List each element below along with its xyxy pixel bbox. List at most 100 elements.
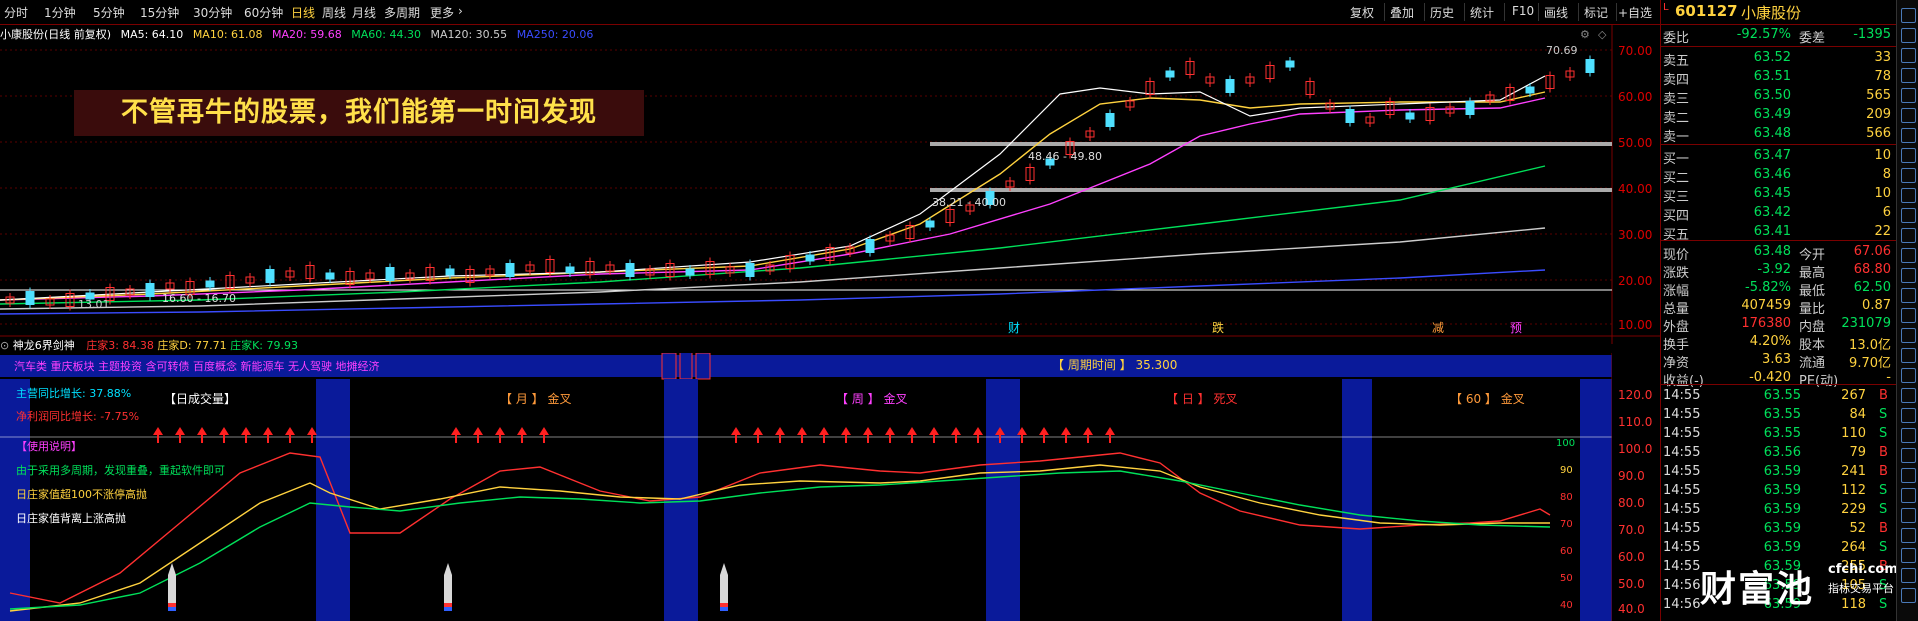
period-tab-weekly[interactable]: 周线 — [322, 4, 346, 21]
up-arrow-icon — [753, 427, 763, 435]
sidebar-tool-icon[interactable] — [1901, 268, 1916, 283]
tick-time: 14:55 — [1663, 483, 1701, 498]
indicator-outer-tick: 100.0 — [1618, 442, 1653, 456]
event-forecast-marker[interactable]: 预 — [1510, 321, 1522, 335]
period-tab-more[interactable]: 更多 — [430, 4, 454, 21]
sidebar-tool-icon[interactable] — [1901, 488, 1916, 503]
sidebar-tool-icon[interactable] — [1901, 368, 1916, 383]
bid-level-row[interactable]: 买四 63.42 6 — [1661, 205, 1897, 224]
sidebar-tool-icon[interactable] — [1901, 68, 1916, 83]
period-tab-15min[interactable]: 15分钟 — [140, 4, 179, 21]
up-arrow-icon — [263, 427, 273, 435]
bid-level-row[interactable]: 买一 63.47 10 — [1661, 148, 1897, 167]
indicator-outer-tick: 50.0 — [1618, 577, 1645, 591]
period-tab-monthly[interactable]: 月线 — [352, 4, 376, 21]
period-tab-1min[interactable]: 1分钟 — [44, 4, 76, 21]
sidebar-tool-icon[interactable] — [1901, 148, 1916, 163]
stat-label: 最高 — [1799, 266, 1826, 281]
sidebar-tool-icon[interactable] — [1901, 128, 1916, 143]
ask-level-row[interactable]: 卖三 63.50 565 — [1661, 88, 1897, 107]
sidebar-tool-icon[interactable] — [1901, 448, 1916, 463]
stat-row: 涨跌 -3.92 最高 68.80 — [1661, 262, 1897, 281]
ask-level-row[interactable]: 卖一 63.48 566 — [1661, 126, 1897, 145]
event-drop-marker[interactable]: 跌 — [1212, 320, 1224, 335]
sidebar-tool-icon[interactable] — [1901, 228, 1916, 243]
sidebar-tool-icon[interactable] — [1901, 408, 1916, 423]
sidebar-tool-icon[interactable] — [1901, 248, 1916, 263]
sidebar-tool-icon[interactable] — [1901, 208, 1916, 223]
tick-volume: 229 — [1841, 502, 1866, 517]
history-button[interactable]: 历史 — [1430, 4, 1454, 21]
restore-right-button[interactable]: 复权 — [1350, 4, 1374, 21]
event-reduce-marker[interactable]: 减 — [1432, 321, 1444, 335]
sidebar-tool-icon[interactable] — [1901, 8, 1916, 23]
more-chevron-icon[interactable]: › — [458, 4, 463, 18]
bid-price: 63.47 — [1753, 148, 1791, 163]
stat-value: 0.87 — [1862, 298, 1891, 313]
up-arrow-stem — [201, 435, 203, 443]
period-tab-5min[interactable]: 5分钟 — [93, 4, 125, 21]
bid-level-row[interactable]: 买三 63.45 10 — [1661, 186, 1897, 205]
sidebar-tool-icon[interactable] — [1901, 428, 1916, 443]
tick-row: 14:55 63.56 79 B — [1661, 445, 1897, 462]
statistics-button[interactable]: 统计 — [1470, 4, 1494, 21]
sidebar-tool-icon[interactable] — [1901, 188, 1916, 203]
up-arrow-icon — [951, 427, 961, 435]
sidebar-tool-icon[interactable] — [1901, 528, 1916, 543]
sidebar-tool-icon[interactable] — [1901, 288, 1916, 303]
mark-button[interactable]: 标记 — [1584, 4, 1608, 21]
sidebar-tool-icon[interactable] — [1901, 548, 1916, 563]
bid-level-row[interactable]: 买二 63.46 8 — [1661, 167, 1897, 186]
up-arrow-stem — [845, 435, 847, 443]
sidebar-tool-icon[interactable] — [1901, 568, 1916, 583]
sidebar-tool-icon[interactable] — [1901, 168, 1916, 183]
stat-value: 9.70亿 — [1849, 356, 1891, 371]
stat-row: 总量 407459 量比 0.87 — [1661, 298, 1897, 317]
up-arrow-icon — [495, 427, 505, 435]
bid-label: 买三 — [1663, 190, 1690, 205]
indicator-chart[interactable] — [0, 353, 1612, 621]
tick-volume: 110 — [1841, 426, 1866, 441]
sidebar-tool-icon[interactable] — [1901, 328, 1916, 343]
f10-button[interactable]: F10 — [1512, 4, 1534, 18]
indicator-name[interactable]: 神龙6界剑神 — [13, 339, 75, 352]
ask-level-row[interactable]: 卖二 63.49 209 — [1661, 107, 1897, 126]
period-tab-minute[interactable]: 分时 — [4, 4, 28, 21]
ask-level-row[interactable]: 卖五 63.52 33 — [1661, 50, 1897, 69]
sidebar-tool-icon[interactable] — [1901, 88, 1916, 103]
tick-price: 63.59 — [1763, 464, 1801, 479]
sidebar-tool-icon[interactable] — [1901, 508, 1916, 523]
ask-level-row[interactable]: 卖四 63.51 78 — [1661, 69, 1897, 88]
sidebar-tool-icon[interactable] — [1901, 588, 1916, 603]
sidebar-tool-icon[interactable] — [1901, 348, 1916, 363]
up-arrow-icon — [175, 427, 185, 435]
tick-time: 14:55 — [1663, 388, 1701, 403]
period-tab-60min[interactable]: 60分钟 — [244, 4, 283, 21]
indicator-collapse-icon[interactable]: ⊙ — [0, 339, 9, 352]
tick-time: 14:56 — [1663, 578, 1701, 593]
sidebar-tool-icon[interactable] — [1901, 108, 1916, 123]
kline-chart[interactable]: 70.69 13.01 48.46 - 49.80 38.21 - 40.00 … — [0, 24, 1660, 344]
period-tab-multi[interactable]: 多周期 — [384, 4, 420, 21]
zone-label-bottom: 16.60 - 16.70 — [162, 292, 236, 305]
draw-line-button[interactable]: 画线 — [1544, 4, 1568, 21]
period-tab-30min[interactable]: 30分钟 — [193, 4, 232, 21]
up-arrow-stem — [1109, 435, 1111, 443]
up-arrow-stem — [245, 435, 247, 443]
overlay-button[interactable]: 叠加 — [1390, 4, 1414, 21]
sidebar-tool-icon[interactable] — [1901, 48, 1916, 63]
stat-row: 现价 63.48 今开 67.06 — [1661, 244, 1897, 263]
period-tab-daily[interactable]: 日线 — [291, 4, 315, 21]
usage-line-2: 日庄家值超100不涨停高抛 — [16, 488, 147, 501]
sidebar-tool-icon[interactable] — [1901, 28, 1916, 43]
sidebar-tool-icon[interactable] — [1901, 308, 1916, 323]
tick-volume: 112 — [1841, 483, 1866, 498]
up-arrow-stem — [889, 435, 891, 443]
tick-time: 14:55 — [1663, 407, 1701, 422]
tick-volume: 79 — [1849, 445, 1866, 460]
event-finance-marker[interactable]: 财 — [1008, 321, 1020, 335]
sidebar-tool-icon[interactable] — [1901, 388, 1916, 403]
tick-volume: 52 — [1849, 521, 1866, 536]
tick-time: 14:56 — [1663, 597, 1701, 612]
sidebar-tool-icon[interactable] — [1901, 468, 1916, 483]
